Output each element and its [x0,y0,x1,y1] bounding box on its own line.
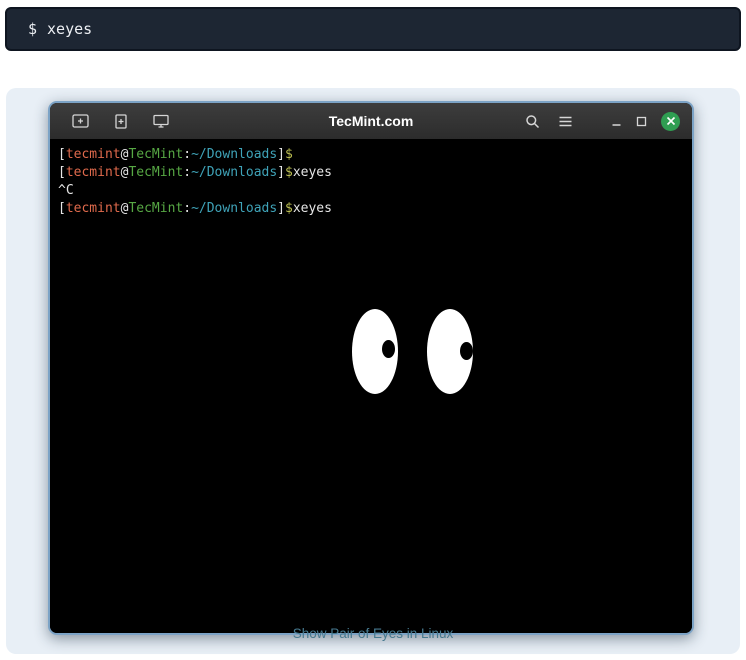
image-caption: Show Pair of Eyes in Linux [6,626,740,641]
new-window-icon[interactable] [72,114,89,128]
command-text: xeyes [47,20,92,38]
maximize-button[interactable] [636,116,647,127]
screenshot-panel: TecMint.com [6,88,740,654]
xeyes-left-pupil [382,340,395,358]
shell-prompt: $ [28,20,37,38]
menu-icon[interactable] [558,115,573,128]
command-bar: $ xeyes [5,7,741,51]
monitor-icon[interactable] [153,114,169,128]
close-button[interactable] [661,112,680,131]
terminal-body: [tecmint@TecMint:~/Downloads]$[tecmint@T… [50,139,692,635]
window-controls [611,112,680,131]
titlebar-actions [525,112,680,131]
search-icon[interactable] [525,114,540,129]
xeyes-right-pupil [460,342,473,360]
close-icon [666,116,676,126]
new-tab-icon[interactable] [114,114,128,129]
terminal-titlebar[interactable]: TecMint.com [50,103,692,139]
titlebar-toolbar [72,114,169,129]
window-title: TecMint.com [329,113,414,129]
xeyes-right-eye [427,309,473,394]
minimize-button[interactable] [611,116,622,127]
xeyes-left-eye [352,309,398,394]
terminal-window: TecMint.com [48,101,694,635]
xeyes-window[interactable] [50,139,692,635]
